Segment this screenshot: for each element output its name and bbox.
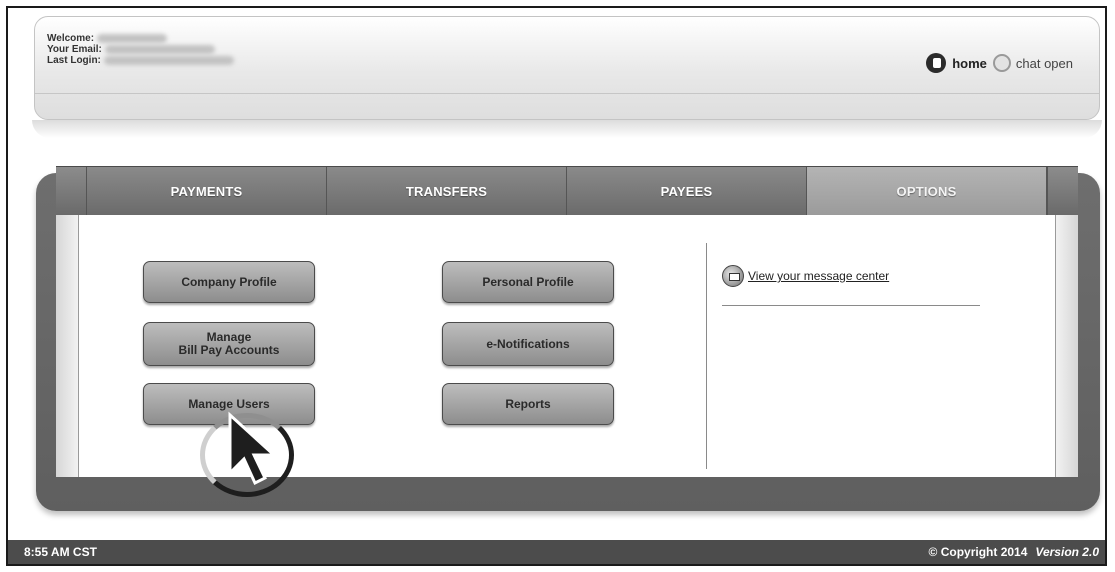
message-center-link[interactable]: View your message center: [722, 265, 889, 287]
tab-payments[interactable]: PAYMENTS: [87, 167, 327, 215]
user-info: Welcome: Your Email: Last Login:: [47, 33, 234, 66]
reports-button[interactable]: Reports: [442, 383, 614, 425]
e-notifications-button[interactable]: e-Notifications: [442, 322, 614, 366]
app-window: Welcome: Your Email: Last Login: home ch…: [6, 6, 1107, 566]
mouse-pointer-icon: [228, 411, 278, 486]
footer-copyright-group: © Copyright 2014 Version 2.0: [929, 545, 1099, 559]
message-rule: [722, 305, 980, 306]
footer-copyright: © Copyright 2014: [928, 545, 1028, 559]
tab-bar-right-cap: [1047, 167, 1078, 215]
welcome-label: Welcome:: [47, 33, 95, 44]
footer-bar: 8:55 AM CST © Copyright 2014 Version 2.0: [8, 540, 1105, 564]
header-links: home chat open: [926, 53, 1073, 73]
message-center-label[interactable]: View your message center: [748, 269, 889, 283]
content-right-rail: [1055, 215, 1078, 477]
email-label: Your Email:: [47, 44, 102, 55]
content-divider: [706, 243, 707, 469]
header-shadow: [32, 120, 1102, 138]
tab-bar-left-cap: [56, 167, 87, 215]
redacted-email: [104, 45, 215, 54]
chat-link[interactable]: chat open: [1016, 56, 1073, 71]
last-login-label: Last Login:: [47, 55, 101, 66]
redacted-login: [103, 56, 234, 65]
chat-icon[interactable]: [992, 54, 1011, 72]
redacted-name: [97, 34, 168, 43]
company-profile-button[interactable]: Company Profile: [143, 261, 315, 303]
tab-bar: PAYMENTS TRANSFERS PAYEES OPTIONS: [56, 166, 1078, 215]
home-link[interactable]: home: [952, 56, 987, 71]
message-center-icon: [722, 265, 744, 287]
header-divider: [35, 93, 1099, 94]
footer-time: 8:55 AM CST: [24, 545, 97, 559]
tab-payees[interactable]: PAYEES: [567, 167, 807, 215]
tab-options[interactable]: OPTIONS: [807, 167, 1047, 215]
footer-version: Version 2.0: [1035, 545, 1099, 559]
tab-transfers[interactable]: TRANSFERS: [327, 167, 567, 215]
manage-bill-pay-accounts-button[interactable]: Manage Bill Pay Accounts: [143, 322, 315, 366]
header-bar: Welcome: Your Email: Last Login: home ch…: [34, 16, 1100, 120]
content-left-rail: [56, 215, 79, 477]
personal-profile-button[interactable]: Personal Profile: [442, 261, 614, 303]
home-icon[interactable]: [926, 53, 947, 73]
